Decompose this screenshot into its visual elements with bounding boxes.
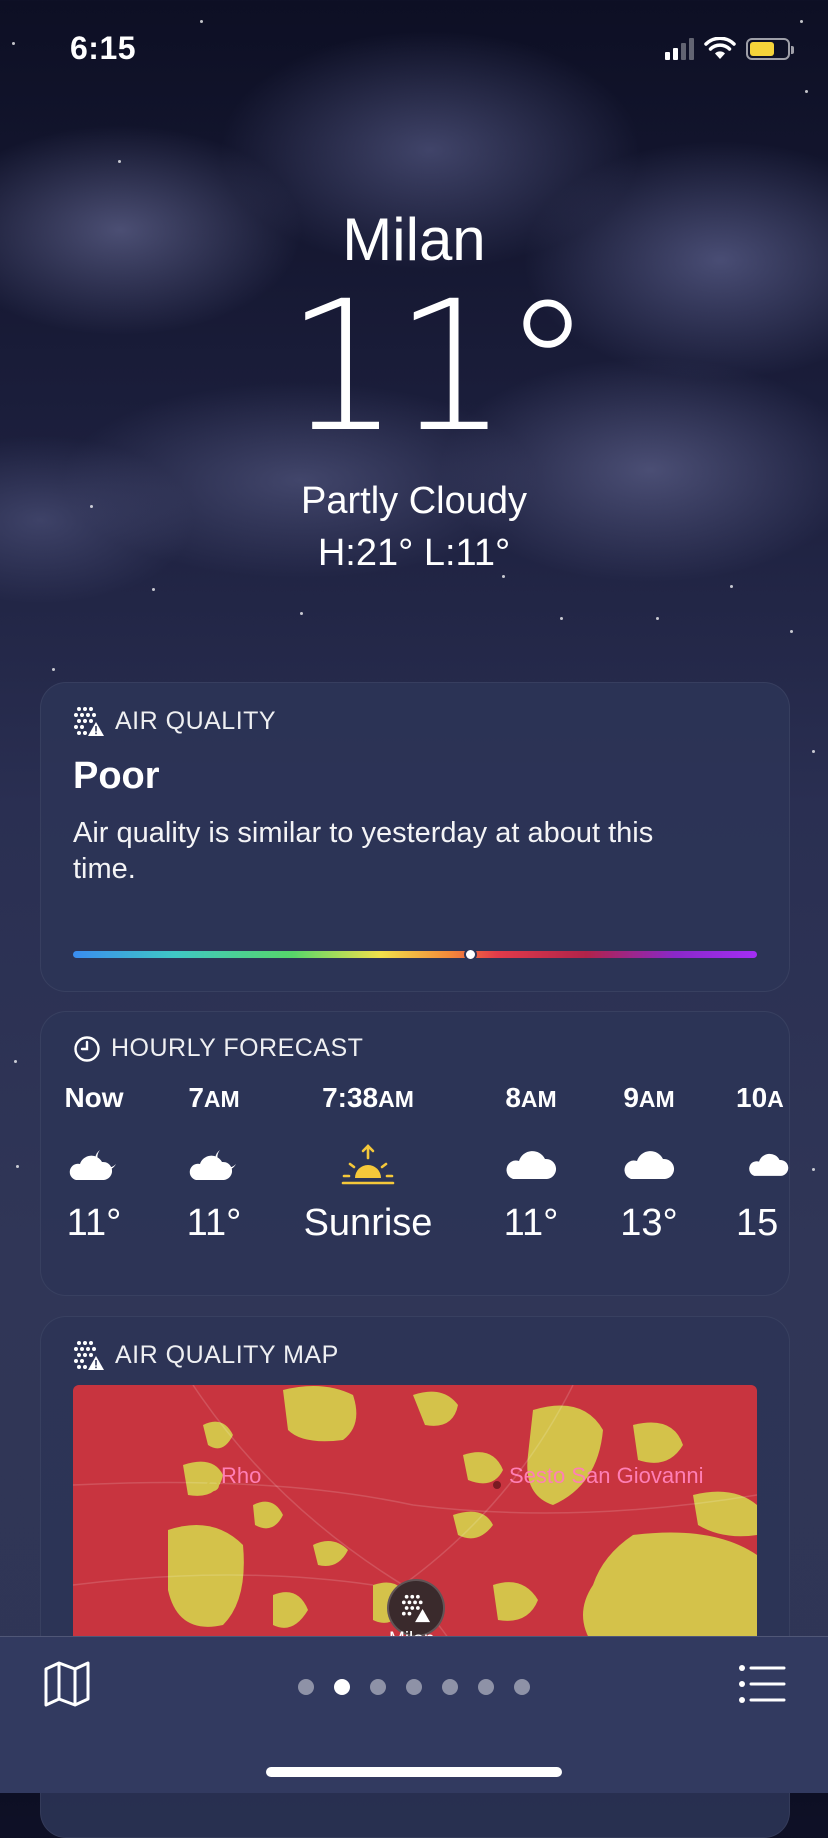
hourly-item: 9AM 13° bbox=[609, 1082, 689, 1245]
home-indicator[interactable] bbox=[266, 1767, 562, 1777]
page-dot[interactable] bbox=[406, 1679, 422, 1695]
bottom-toolbar bbox=[0, 1636, 828, 1793]
hour-time: 7AM bbox=[188, 1082, 240, 1113]
battery-icon bbox=[746, 38, 794, 60]
hourly-forecast-header: HOURLY FORECAST bbox=[73, 1034, 363, 1063]
page-dot[interactable] bbox=[478, 1679, 494, 1695]
hour-sunrise-label: Sunrise bbox=[303, 1202, 433, 1244]
hour-temperature: 13° bbox=[620, 1202, 678, 1244]
high-low-temperature: H:21° L:11° bbox=[317, 532, 511, 574]
hour-temperature: 11° bbox=[186, 1202, 242, 1244]
cloud-moon-icon bbox=[174, 1134, 254, 1194]
cellular-signal-icon bbox=[665, 38, 694, 60]
cloud-icon bbox=[609, 1134, 689, 1194]
air-quality-icon bbox=[74, 1341, 104, 1370]
cloud-moon-icon bbox=[64, 1134, 124, 1194]
air-quality-icon bbox=[74, 707, 104, 736]
hour-time: 8AM bbox=[505, 1082, 557, 1113]
list-icon[interactable] bbox=[738, 1663, 786, 1705]
status-time: 6:15 bbox=[70, 30, 137, 66]
map-label-rho: Rho bbox=[221, 1463, 262, 1488]
air-quality-map-header: AIR QUALITY MAP bbox=[73, 1339, 339, 1371]
wifi-icon bbox=[704, 37, 736, 59]
air-quality-card[interactable]: AIR QUALITY Poor Air quality is similar … bbox=[40, 682, 790, 992]
page-dot[interactable] bbox=[370, 1679, 386, 1695]
air-quality-scale-indicator bbox=[463, 948, 477, 961]
sunrise-icon bbox=[303, 1134, 433, 1194]
page-dot[interactable] bbox=[442, 1679, 458, 1695]
cloud-icon bbox=[736, 1134, 789, 1194]
hour-time: 10A bbox=[736, 1082, 784, 1113]
map-label-sesto-san-giovanni: Sesto San Giovanni bbox=[509, 1463, 704, 1488]
current-temperature: 11° bbox=[285, 263, 592, 472]
air-quality-map[interactable]: Rho Sesto San Giovanni Milan bbox=[73, 1385, 757, 1645]
air-quality-icon bbox=[401, 1594, 431, 1623]
status-icons bbox=[665, 36, 794, 62]
air-quality-map-title: AIR QUALITY MAP bbox=[115, 1340, 339, 1369]
air-quality-description: Air quality is similar to yesterday at a… bbox=[73, 817, 654, 885]
hourly-item: 7:38AM Sunrise bbox=[303, 1082, 433, 1245]
cloud-icon bbox=[491, 1134, 571, 1194]
hourly-item: Now 11° bbox=[64, 1082, 124, 1245]
clock-icon bbox=[74, 1035, 100, 1062]
page-dot[interactable] bbox=[514, 1679, 530, 1695]
hourly-forecast-title: HOURLY FORECAST bbox=[111, 1034, 364, 1062]
hourly-item: 10A 15 bbox=[736, 1082, 789, 1245]
hour-temperature: 15 bbox=[736, 1202, 779, 1244]
hour-temperature: 11° bbox=[66, 1202, 122, 1244]
hourly-item: 8AM 11° bbox=[491, 1082, 571, 1245]
hour-time: 7:38AM bbox=[322, 1082, 414, 1113]
air-quality-scale bbox=[73, 948, 757, 961]
hour-time: Now bbox=[64, 1082, 124, 1113]
page-dot-active[interactable] bbox=[334, 1679, 350, 1695]
hourly-item: 7AM 11° bbox=[174, 1082, 254, 1245]
page-dot[interactable] bbox=[298, 1679, 314, 1695]
hour-temperature: 11° bbox=[503, 1202, 559, 1244]
air-quality-title: AIR QUALITY bbox=[115, 706, 277, 735]
hour-time: 9AM bbox=[623, 1082, 675, 1113]
air-quality-level: Poor bbox=[73, 755, 160, 797]
air-quality-header: AIR QUALITY bbox=[73, 705, 276, 737]
weather-condition: Partly Cloudy bbox=[301, 480, 527, 522]
hourly-forecast-card[interactable]: HOURLY FORECAST Now 11° 7AM 11° 7:38AM S… bbox=[40, 1011, 790, 1296]
page-indicator[interactable] bbox=[0, 1679, 828, 1695]
